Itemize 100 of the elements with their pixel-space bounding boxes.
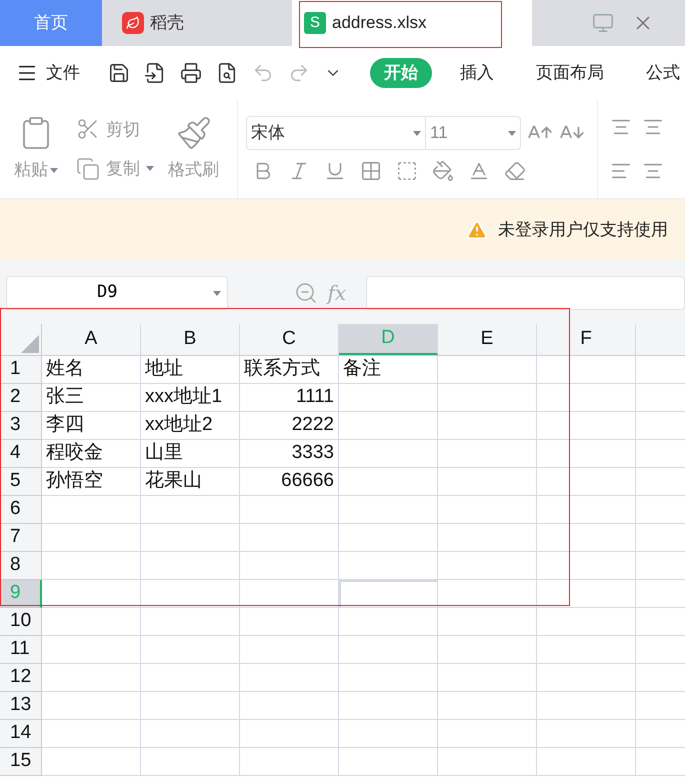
grid-cell[interactable] xyxy=(537,608,636,636)
grid-cell[interactable] xyxy=(141,608,240,636)
grid-cell[interactable] xyxy=(537,524,636,552)
grid-cell[interactable] xyxy=(438,720,537,748)
grid-cell[interactable]: 66666 xyxy=(240,468,339,496)
row-header[interactable]: 8 xyxy=(0,552,42,580)
grid-cell[interactable] xyxy=(240,552,339,580)
grid-cell[interactable] xyxy=(141,748,240,776)
grid-cell[interactable] xyxy=(42,496,141,524)
font-size-dropdown[interactable]: 11 xyxy=(425,116,521,150)
row-header[interactable]: 7 xyxy=(0,524,42,552)
grid-cell[interactable] xyxy=(240,524,339,552)
grid-cell[interactable]: xx地址2 xyxy=(141,412,240,440)
grid-cell[interactable]: 孙悟空 xyxy=(42,468,141,496)
grid-cell[interactable] xyxy=(141,552,240,580)
grid-cell[interactable]: 张三 xyxy=(42,384,141,412)
row-header[interactable]: 14 xyxy=(0,720,42,748)
row-header[interactable]: 4 xyxy=(0,440,42,468)
grid-cell[interactable]: xxx地址1 xyxy=(141,384,240,412)
grid-cell[interactable] xyxy=(339,608,438,636)
grid-cell[interactable]: 地址 xyxy=(141,356,240,384)
grid-cell[interactable] xyxy=(339,496,438,524)
grid-cell[interactable] xyxy=(438,664,537,692)
grid-cell[interactable] xyxy=(537,748,636,776)
grid-cell[interactable] xyxy=(438,748,537,776)
row-header[interactable]: 3 xyxy=(0,412,42,440)
grid-cell[interactable] xyxy=(141,580,240,608)
grid-cell[interactable] xyxy=(141,524,240,552)
grid-cell[interactable] xyxy=(42,664,141,692)
grid-cell[interactable] xyxy=(141,664,240,692)
grid-cell[interactable] xyxy=(240,496,339,524)
row-header[interactable]: 13 xyxy=(0,692,42,720)
grid-cell[interactable] xyxy=(438,608,537,636)
zoom-out-icon[interactable] xyxy=(294,281,318,305)
eraser-icon[interactable] xyxy=(504,160,526,182)
column-header[interactable]: E xyxy=(438,324,537,355)
document-tab[interactable]: S address.xlsx xyxy=(292,0,532,46)
formula-field[interactable] xyxy=(366,276,685,310)
selected-cell[interactable] xyxy=(339,580,438,608)
grid-cell[interactable] xyxy=(42,580,141,608)
border-icon[interactable] xyxy=(360,160,382,182)
column-header[interactable]: F xyxy=(537,324,636,355)
ribbon-tab[interactable]: 公式 xyxy=(632,58,685,88)
grid-cell[interactable] xyxy=(537,636,636,664)
grid-cell[interactable] xyxy=(438,468,537,496)
grid-cell[interactable] xyxy=(537,720,636,748)
underline-icon[interactable] xyxy=(324,160,346,182)
row-header[interactable]: 2 xyxy=(0,384,42,412)
grid-cell[interactable] xyxy=(240,664,339,692)
grid-cell[interactable] xyxy=(537,580,636,608)
brush-icon[interactable] xyxy=(176,115,212,152)
grid-cell[interactable] xyxy=(438,692,537,720)
font-dropdown[interactable]: 宋体 xyxy=(246,116,426,150)
grid-cell[interactable] xyxy=(42,636,141,664)
grid-cell[interactable] xyxy=(42,720,141,748)
row-header[interactable]: 5 xyxy=(0,468,42,496)
grid-cell[interactable] xyxy=(240,720,339,748)
grid-cell[interactable] xyxy=(438,496,537,524)
grid-cell[interactable] xyxy=(240,636,339,664)
grid-cell[interactable] xyxy=(537,356,636,384)
save-icon[interactable] xyxy=(108,62,130,84)
row-header[interactable]: 10 xyxy=(0,608,42,636)
grid-cell[interactable] xyxy=(240,748,339,776)
grid-cell[interactable] xyxy=(537,384,636,412)
grid-cell[interactable] xyxy=(537,496,636,524)
redo-icon[interactable] xyxy=(288,62,310,84)
column-header[interactable]: B xyxy=(141,324,240,355)
grid-cell[interactable]: 花果山 xyxy=(141,468,240,496)
grid-cell[interactable] xyxy=(339,524,438,552)
grid-cell[interactable] xyxy=(438,636,537,664)
grid-cell[interactable] xyxy=(240,608,339,636)
grid-cell[interactable] xyxy=(537,664,636,692)
row-header[interactable]: 12 xyxy=(0,664,42,692)
print-icon[interactable] xyxy=(180,62,202,84)
column-header[interactable]: A xyxy=(42,324,141,355)
grid-cell[interactable] xyxy=(438,524,537,552)
grid-cell[interactable] xyxy=(240,580,339,608)
grid-cell[interactable] xyxy=(537,412,636,440)
row-header[interactable]: 11 xyxy=(0,636,42,664)
grid-cell[interactable] xyxy=(141,496,240,524)
grid-cell[interactable] xyxy=(141,636,240,664)
grid-cell[interactable] xyxy=(438,440,537,468)
grid-cell[interactable]: 备注 xyxy=(339,356,438,384)
grid-cell[interactable] xyxy=(438,356,537,384)
grid-cell[interactable]: 3333 xyxy=(240,440,339,468)
grid-cell[interactable] xyxy=(42,748,141,776)
grid-cell[interactable] xyxy=(438,552,537,580)
grid-cell[interactable]: 2222 xyxy=(240,412,339,440)
grid-cell[interactable] xyxy=(240,692,339,720)
grid-cell[interactable] xyxy=(537,468,636,496)
copy-icon[interactable] xyxy=(76,156,100,181)
grid-cell[interactable]: 姓名 xyxy=(42,356,141,384)
grid-cell[interactable] xyxy=(42,524,141,552)
grid-cell[interactable] xyxy=(339,720,438,748)
grid-cell[interactable] xyxy=(42,608,141,636)
select-all-corner-icon[interactable] xyxy=(21,335,39,353)
grid-cell[interactable] xyxy=(339,384,438,412)
grid-cell[interactable] xyxy=(42,552,141,580)
row-header[interactable]: 1 xyxy=(0,356,42,384)
font-color-icon[interactable] xyxy=(468,160,490,182)
